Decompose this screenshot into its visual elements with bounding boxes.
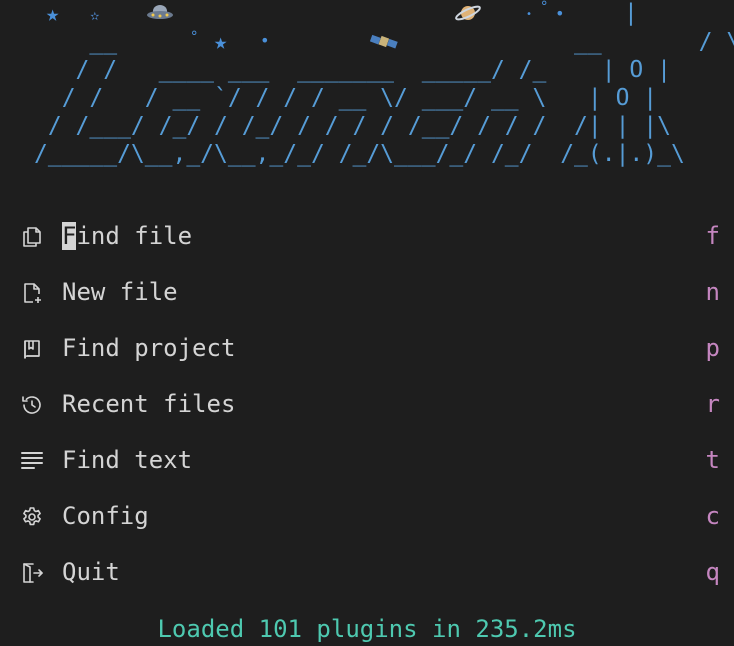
menu-item-label: Find file (62, 222, 193, 250)
shortcut-key: c (705, 502, 720, 530)
menu-item-find-project[interactable]: Find project p (0, 320, 734, 376)
star-icon: ★ (46, 2, 60, 27)
shortcut-key: p (705, 334, 720, 362)
dashboard-menu: Find file f New file n Find project p Re… (0, 208, 734, 600)
menu-item-find-text[interactable]: Find text t (0, 432, 734, 488)
book-project-icon (20, 337, 44, 361)
menu-item-label: Quit (62, 558, 120, 586)
menu-item-label: New file (62, 278, 178, 306)
history-icon (20, 393, 44, 417)
files-copy-icon (20, 225, 44, 249)
menu-item-label: Find project (62, 334, 236, 362)
dashboard-screen: ★ ✫ ° ★ • • ° • | __ __ / \ / / ____ ___… (0, 0, 734, 646)
menu-item-label: Recent files (62, 390, 236, 418)
shortcut-key: f (705, 222, 720, 250)
ringed-planet-icon (455, 5, 481, 21)
startup-stats: Loaded 101 plugins in 235.2ms (157, 615, 577, 643)
text-lines-icon (20, 449, 44, 473)
rocket-spire: | (624, 0, 638, 26)
menu-item-config[interactable]: Config c (0, 488, 734, 544)
menu-item-recent-files[interactable]: Recent files r (0, 376, 734, 432)
text-cursor: F (62, 222, 77, 250)
new-file-icon (20, 281, 44, 305)
shortcut-key: t (705, 446, 720, 474)
shortcut-key: n (705, 278, 720, 306)
lazyvim-ascii-logo: __ __ / \ / / ____ ___ _______ _____/ /_… (34, 29, 734, 167)
ufo-icon (147, 5, 173, 19)
star-outline-icon: ✫ (90, 5, 100, 24)
menu-item-label: Find text (62, 446, 193, 474)
menu-item-label: Config (62, 502, 149, 530)
shortcut-key: q (705, 558, 720, 586)
dot-icon: • (555, 4, 565, 23)
menu-item-quit[interactable]: Quit q (0, 544, 734, 600)
small-ring-icon: ° (540, 0, 549, 15)
exit-door-icon (20, 561, 44, 585)
gear-icon (20, 505, 44, 529)
shortcut-key: r (705, 390, 720, 418)
menu-item-new-file[interactable]: New file n (0, 264, 734, 320)
menu-item-find-file[interactable]: Find file f (0, 208, 734, 264)
dot-icon: • (526, 9, 533, 20)
